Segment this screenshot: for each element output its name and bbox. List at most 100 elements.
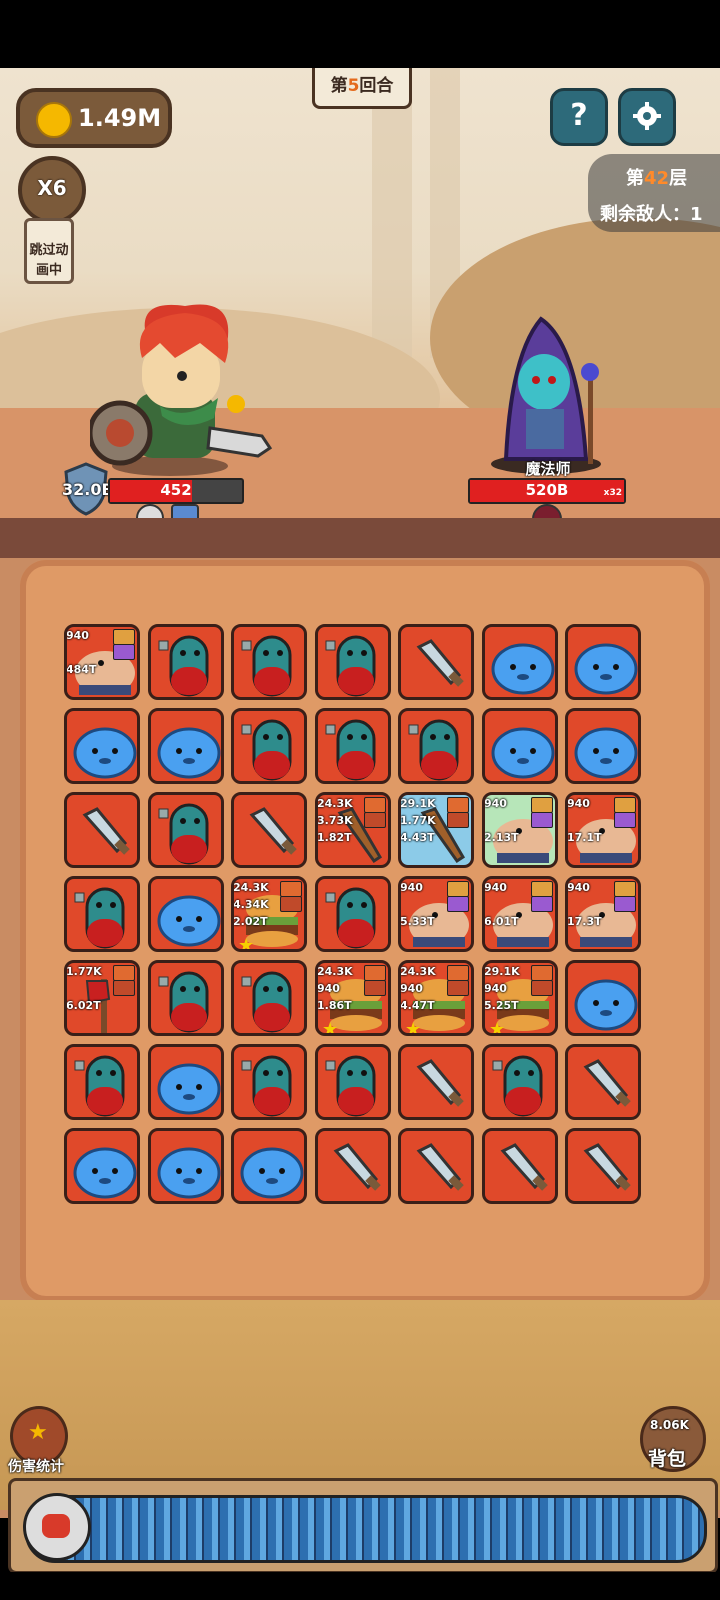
divider-strip	[0, 518, 720, 558]
tile-capsule[interactable]	[231, 960, 307, 1036]
tile-capsule[interactable]	[148, 624, 224, 700]
capsule-icon	[67, 879, 137, 949]
tile-slime[interactable]	[64, 1128, 140, 1204]
slime-icon	[151, 1047, 221, 1117]
tile-buff-badge	[280, 896, 302, 912]
tile-capsule[interactable]	[148, 792, 224, 868]
capsule-icon	[151, 795, 221, 865]
tile-brawler[interactable]: 940 17.3T	[565, 876, 641, 952]
tile-slime[interactable]	[231, 1128, 307, 1204]
tile-burger[interactable]: ★ 24.3K 4.34K 2.02T	[231, 876, 307, 952]
tile-stat-bottom: 1.82T	[317, 831, 352, 844]
tile-stat-bottom: 2.02T	[233, 915, 268, 928]
tile-buff-badge	[447, 881, 469, 897]
tile-stat-bottom: 4.47T	[400, 999, 435, 1012]
backpack-button[interactable]: 8.06K 背包	[636, 1404, 708, 1476]
slime-icon	[67, 711, 137, 781]
help-button[interactable]: ?	[550, 88, 608, 146]
tile-capsule[interactable]	[231, 708, 307, 784]
slime-icon	[568, 963, 638, 1033]
coins-value: 1.49M	[78, 104, 162, 132]
tile-buff-badge	[614, 881, 636, 897]
turn-queue-bar	[8, 1478, 718, 1574]
tile-stat-bottom: 5.33T	[400, 915, 435, 928]
tile-buff-badge	[113, 644, 135, 660]
tile-brawler[interactable]: 940 2.13T	[482, 792, 558, 868]
tile-stat-top: 940	[567, 797, 590, 810]
tile-axe[interactable]: 1.77K 6.02T	[64, 960, 140, 1036]
enemy-multiplier: x32	[603, 488, 622, 498]
tile-capsule[interactable]	[64, 1044, 140, 1120]
tile-sword[interactable]	[231, 792, 307, 868]
tile-sword[interactable]	[565, 1128, 641, 1204]
tile-sword[interactable]	[482, 1128, 558, 1204]
tile-stat-bottom: 5.25T	[484, 999, 519, 1012]
slime-icon	[568, 627, 638, 697]
tile-slime[interactable]	[482, 624, 558, 700]
tile-burger[interactable]: ★ 29.1K 940 5.25T	[482, 960, 558, 1036]
capsule-icon	[485, 1047, 555, 1117]
coin-icon	[36, 102, 72, 138]
tile-sword[interactable]	[565, 1044, 641, 1120]
tile-brawler[interactable]: 940 5.33T	[398, 876, 474, 952]
tile-slime[interactable]	[148, 708, 224, 784]
slime-icon	[151, 1131, 221, 1201]
tile-brawler[interactable]: 940 6.01T	[482, 876, 558, 952]
tile-capsule[interactable]	[315, 876, 391, 952]
tile-brawler[interactable]: 940 484T	[64, 624, 140, 700]
tile-club[interactable]: 24.3K 3.73K 1.82T	[315, 792, 391, 868]
tile-sword[interactable]	[315, 1128, 391, 1204]
sword-icon	[401, 627, 471, 697]
tile-slime[interactable]	[565, 708, 641, 784]
enemy-hp-bar: 520B x32	[468, 478, 626, 504]
sword-icon	[568, 1131, 638, 1201]
tile-capsule[interactable]	[64, 876, 140, 952]
speed-button[interactable]: X6	[18, 156, 86, 224]
round-indicator: 第5回合	[312, 68, 412, 109]
enemy-name: 魔法师	[525, 460, 571, 478]
tile-buff-badge	[113, 965, 135, 981]
sword-icon	[318, 1131, 388, 1201]
skip-label-line1: 跳过动	[29, 243, 69, 258]
tile-capsule[interactable]	[231, 624, 307, 700]
tile-burger[interactable]: ★ 24.3K 940 4.47T	[398, 960, 474, 1036]
tile-slime[interactable]	[148, 876, 224, 952]
tile-slime[interactable]	[148, 1128, 224, 1204]
settings-button[interactable]	[618, 88, 676, 146]
tile-slime[interactable]	[565, 624, 641, 700]
tile-stat-bottom: 4.43T	[400, 831, 435, 844]
skip-animation-toggle[interactable]: 跳过动 画中	[24, 218, 74, 284]
tile-burger[interactable]: ★ 24.3K 940 1.86T	[315, 960, 391, 1036]
tile-capsule[interactable]	[231, 1044, 307, 1120]
tile-capsule[interactable]	[398, 708, 474, 784]
star-icon: ★	[28, 1420, 48, 1445]
tile-club[interactable]: 29.1K 1.77K 4.43T	[398, 792, 474, 868]
tile-capsule[interactable]	[315, 624, 391, 700]
tile-buff-badge	[447, 965, 469, 981]
capsule-icon	[151, 627, 221, 697]
tile-slime[interactable]	[482, 708, 558, 784]
tile-sword[interactable]	[398, 624, 474, 700]
tile-capsule[interactable]	[315, 708, 391, 784]
tile-buff-badge	[531, 812, 553, 828]
tile-capsule[interactable]	[315, 1044, 391, 1120]
tile-capsule[interactable]	[482, 1044, 558, 1120]
tile-capsule[interactable]	[148, 960, 224, 1036]
enemy-mage	[486, 314, 616, 474]
backpack-label: 背包	[648, 1448, 687, 1470]
speed-label: X6	[37, 176, 67, 200]
tile-sword[interactable]	[398, 1128, 474, 1204]
tile-slime[interactable]	[148, 1044, 224, 1120]
tile-slime[interactable]	[64, 708, 140, 784]
player-hero	[87, 298, 280, 478]
tile-slime[interactable]	[565, 960, 641, 1036]
question-icon: ?	[570, 98, 588, 133]
mage-sprite	[491, 316, 601, 474]
tile-brawler[interactable]: 940 17.1T	[565, 792, 641, 868]
tile-sword[interactable]	[64, 792, 140, 868]
slime-icon	[568, 711, 638, 781]
damage-stats-button[interactable]: ★ 伤害统计	[2, 1404, 72, 1476]
tile-sword[interactable]	[398, 1044, 474, 1120]
turn-queue[interactable]	[25, 1495, 707, 1563]
tile-stat-top: 940	[567, 881, 590, 894]
